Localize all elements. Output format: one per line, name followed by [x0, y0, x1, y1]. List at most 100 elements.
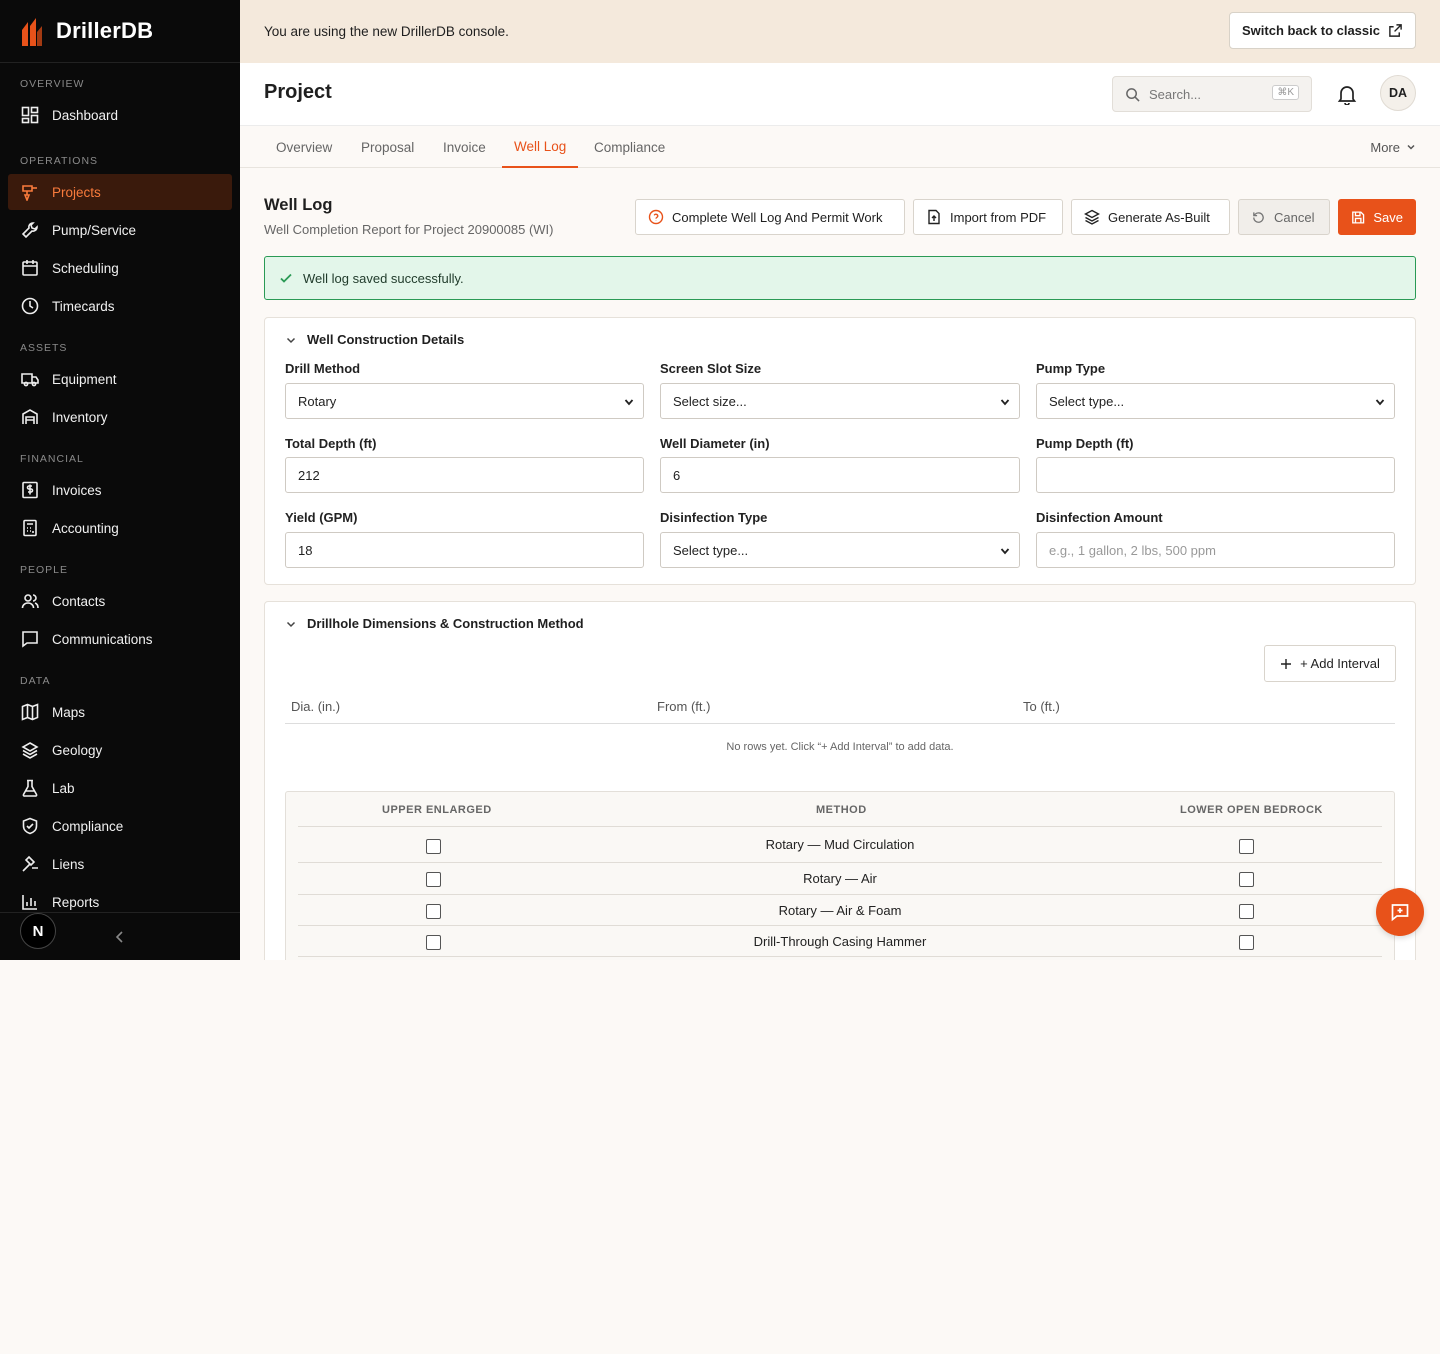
method-row: Drill-Through Casing Hammer — [298, 925, 1382, 957]
sidebar-item-invoices[interactable]: Invoices — [8, 472, 232, 508]
sidebar-item-label: Reports — [52, 894, 100, 910]
search-input[interactable]: Search... ⌘K — [1112, 76, 1312, 112]
lower-open-bedrock-checkbox[interactable] — [1239, 872, 1254, 887]
sidebar-item-communications[interactable]: Communications — [8, 621, 232, 657]
method-name: Rotary — Mud Circulation — [765, 837, 915, 852]
brand[interactable]: DrillerDB — [0, 0, 240, 63]
lower-open-bedrock-checkbox[interactable] — [1239, 904, 1254, 919]
pump-type-select[interactable]: Select type... — [1036, 383, 1395, 419]
complete-well-log-label: Complete Well Log And Permit Work — [672, 209, 883, 225]
tab-proposal[interactable]: Proposal — [361, 126, 414, 168]
import-pdf-button[interactable]: Import from PDF — [913, 199, 1063, 235]
screen-slot-select[interactable]: Select size... — [660, 383, 1020, 419]
sidebar-item-lab[interactable]: Lab — [8, 770, 232, 806]
sidebar-item-compliance[interactable]: Compliance — [8, 808, 232, 844]
sidebar-item-timecards[interactable]: Timecards — [8, 288, 232, 324]
screen-slot-value: Select size... — [673, 393, 747, 409]
file-upload-icon — [928, 209, 940, 225]
disinfection-type-select[interactable]: Select type... — [660, 532, 1020, 568]
switch-classic-button[interactable]: Switch back to classic — [1228, 12, 1416, 49]
drill-icon — [20, 182, 40, 202]
truck-icon — [20, 369, 40, 389]
console-banner: You are using the new DrillerDB console.… — [240, 0, 1440, 63]
collapse-sidebar-icon[interactable] — [112, 929, 128, 945]
sidebar-item-label: Communications — [52, 631, 153, 647]
notification-bell-icon[interactable] — [1336, 83, 1358, 105]
wrench-icon — [20, 220, 40, 240]
drillhole-header[interactable]: Drillhole Dimensions & Construction Meth… — [285, 616, 584, 631]
sidebar-item-scheduling[interactable]: Scheduling — [8, 250, 232, 286]
pump-type-value: Select type... — [1049, 393, 1125, 409]
sidebar-item-liens[interactable]: Liens — [8, 846, 232, 882]
complete-well-log-button[interactable]: Complete Well Log And Permit Work — [635, 199, 905, 235]
well-construction-header[interactable]: Well Construction Details — [285, 332, 464, 347]
drill-method-value: Rotary — [298, 393, 337, 409]
sidebar-item-maps[interactable]: Maps — [8, 694, 232, 730]
more-menu[interactable]: More — [1370, 126, 1416, 168]
sidebar-item-projects[interactable]: Projects — [8, 174, 232, 210]
lower-open-bedrock-checkbox[interactable] — [1239, 935, 1254, 950]
yield-label: Yield (GPM) — [285, 510, 358, 525]
sidebar-item-label: Compliance — [52, 818, 124, 834]
method-row: Rotary — Mud Circulation — [298, 826, 1382, 862]
tab-overview[interactable]: Overview — [276, 126, 332, 168]
sidebar-item-accounting[interactable]: Accounting — [8, 510, 232, 546]
app: DrillerDB OVERVIEW Dashboard OPERATIONS … — [0, 0, 1440, 960]
generate-as-built-label: Generate As-Built — [1108, 209, 1210, 225]
feedback-button[interactable] — [1376, 888, 1424, 936]
sidebar-item-inventory[interactable]: Inventory — [8, 399, 232, 435]
page-header: Project Search... ⌘K DA — [240, 63, 1440, 126]
bar-chart-icon — [20, 892, 40, 912]
tab-invoice[interactable]: Invoice — [443, 126, 486, 168]
well-diameter-input[interactable]: 6 — [660, 457, 1020, 493]
yield-input[interactable]: 18 — [285, 532, 644, 568]
sidebar-item-label: Scheduling — [52, 260, 119, 276]
sidebar-item-contacts[interactable]: Contacts — [8, 583, 232, 619]
search-placeholder: Search... — [1149, 86, 1202, 102]
generate-as-built-button[interactable]: Generate As-Built — [1071, 199, 1230, 235]
drillerdb-logo-icon — [22, 18, 42, 46]
import-pdf-label: Import from PDF — [950, 209, 1047, 225]
sidebar-item-equipment[interactable]: Equipment — [8, 361, 232, 397]
sidebar-item-label: Equipment — [52, 371, 117, 387]
pump-type-label: Pump Type — [1036, 361, 1106, 376]
total-depth-label: Total Depth (ft) — [285, 436, 377, 451]
sidebar-item-pump-service[interactable]: Pump/Service — [8, 212, 232, 248]
sidebar-item-label: Geology — [52, 742, 103, 758]
method-row: Rotary — Air — [298, 862, 1382, 894]
disinfection-amount-input[interactable]: e.g., 1 gallon, 2 lbs, 500 ppm — [1036, 532, 1395, 568]
sidebar-item-label: Dashboard — [52, 107, 119, 123]
sidebar-item-label: Projects — [52, 184, 101, 200]
sidebar-item-geology[interactable]: Geology — [8, 732, 232, 768]
sidebar-item-label: Contacts — [52, 593, 106, 609]
external-link-icon — [1389, 24, 1402, 37]
layers-icon — [20, 740, 40, 760]
calculator-icon — [20, 518, 40, 538]
tab-well-log[interactable]: Well Log — [502, 126, 579, 168]
user-avatar[interactable]: DA — [1380, 75, 1416, 111]
drill-method-select[interactable]: Rotary — [285, 383, 644, 419]
drillhole-card: Drillhole Dimensions & Construction Meth… — [264, 601, 1416, 960]
flask-icon — [20, 778, 40, 798]
cancel-button[interactable]: Cancel — [1238, 199, 1330, 235]
pump-depth-input[interactable] — [1036, 457, 1395, 493]
lower-open-bedrock-checkbox[interactable] — [1239, 839, 1254, 854]
disinfection-type-value: Select type... — [673, 542, 749, 558]
sidebar-item-dashboard[interactable]: Dashboard — [8, 97, 232, 133]
empty-state-text: No rows yet. Click “+ Add Interval” to a… — [726, 741, 954, 753]
save-button[interactable]: Save — [1338, 199, 1416, 235]
column-header-to: To (ft.) — [1023, 699, 1060, 714]
undo-icon — [1253, 211, 1264, 223]
section-operations: OPERATIONS — [20, 155, 99, 167]
method-row: Rotary — Air & Foam — [298, 894, 1382, 926]
banner-text: You are using the new DrillerDB console. — [264, 24, 509, 39]
tab-compliance[interactable]: Compliance — [594, 126, 665, 168]
workspace-badge[interactable]: N — [20, 913, 56, 949]
total-depth-input[interactable]: 212 — [285, 457, 644, 493]
table-divider — [285, 723, 1395, 724]
sidebar-item-label: Accounting — [52, 520, 119, 536]
method-name: Drill-Through Casing Hammer — [753, 934, 927, 949]
header-method: METHOD — [816, 804, 867, 816]
add-interval-button[interactable]: + Add Interval — [1264, 645, 1396, 682]
page-title: Project — [264, 81, 332, 103]
